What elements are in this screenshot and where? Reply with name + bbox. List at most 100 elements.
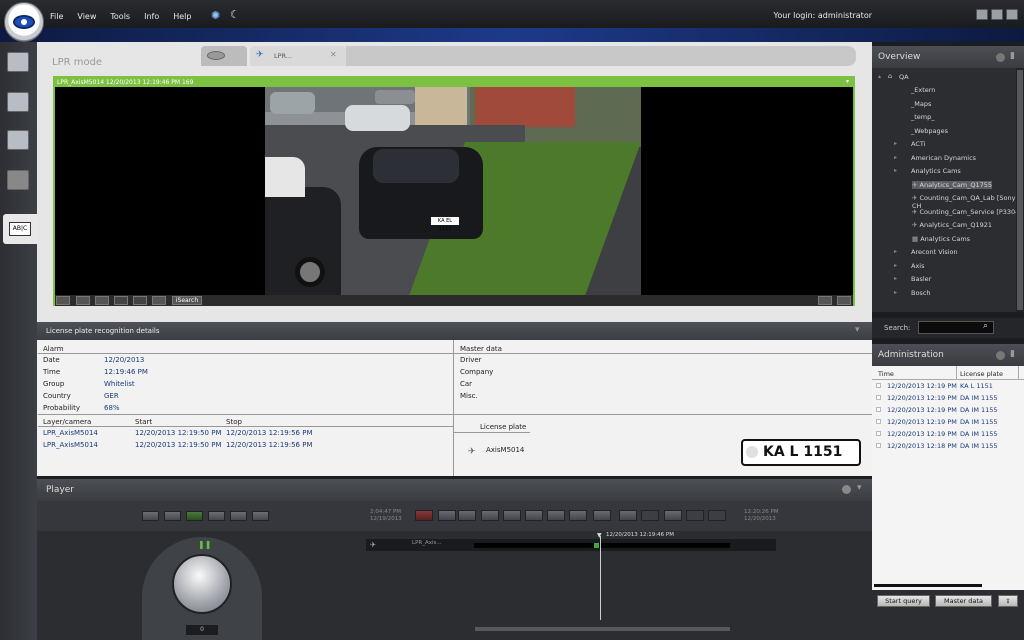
table-cell[interactable]: 12/20/2013 12:18 PM — [887, 442, 957, 450]
record-button[interactable] — [415, 510, 433, 521]
start-query-button[interactable]: Start query — [877, 595, 930, 607]
player-collapse-icon[interactable]: ▾ — [857, 483, 862, 493]
admin-scrollbar[interactable] — [874, 584, 982, 587]
monitor-icon[interactable] — [7, 52, 29, 72]
tab-lpr[interactable]: ✈ LPR... ✕ — [250, 46, 346, 66]
table-cell[interactable]: 12/20/2013 12:19:56 PM — [226, 429, 313, 437]
zoom-icon[interactable] — [56, 296, 70, 305]
archive-button[interactable] — [708, 510, 726, 521]
marker-end-button[interactable] — [664, 510, 682, 521]
tree-item[interactable]: ▦ Analytics Cams — [912, 235, 970, 243]
export-range-button[interactable] — [593, 510, 611, 521]
table-cell[interactable]: LPR_AxisM5014 — [43, 441, 98, 449]
marker-clear-button[interactable] — [686, 510, 704, 521]
marker-start-button[interactable] — [641, 510, 659, 521]
menu-view[interactable]: View — [77, 12, 96, 21]
menu-info[interactable]: Info — [144, 12, 159, 21]
tree-expand-icon[interactable]: ▸ — [894, 167, 897, 174]
fullscreen-icon[interactable] — [818, 296, 832, 305]
menu-tools[interactable]: Tools — [110, 12, 130, 21]
goto-button[interactable] — [547, 510, 565, 521]
close-button[interactable] — [1006, 9, 1018, 20]
table-cell[interactable]: 12/20/2013 12:19:56 PM — [226, 441, 313, 449]
snapshot-button[interactable] — [458, 510, 476, 521]
tree-item[interactable]: Axis — [911, 262, 925, 270]
table-cell[interactable]: 12/20/2013 12:19 PM — [887, 394, 957, 402]
fit-button[interactable] — [525, 510, 543, 521]
tree-item[interactable]: ACTi — [911, 140, 925, 148]
tree-expand-icon[interactable]: ▸ — [894, 140, 897, 147]
step-back-button[interactable] — [164, 511, 181, 521]
dashboard-icon[interactable] — [7, 130, 29, 150]
tree-expand-icon[interactable]: ▸ — [894, 289, 897, 296]
timeline-scrollbar[interactable] — [475, 627, 730, 631]
maximize-button[interactable] — [991, 9, 1003, 20]
play-button[interactable] — [208, 511, 225, 521]
eye-toolbar-icon[interactable] — [95, 296, 109, 305]
tree-item[interactable]: ✈ Counting_Cam_Service [P3304] — [912, 208, 1022, 216]
marker-button[interactable] — [619, 510, 637, 521]
lpr-mode-icon[interactable]: AB|C — [3, 214, 37, 244]
menu-file[interactable]: File — [50, 12, 63, 21]
tree-item[interactable]: ✈ Analytics_Cam_Q1921 — [912, 221, 992, 229]
master-data-button[interactable]: Master data — [935, 595, 992, 607]
day-mode-icon[interactable]: ✺ — [211, 9, 220, 22]
tree-item[interactable]: Bosch — [911, 289, 931, 297]
tree-item[interactable]: Analytics Cams — [911, 167, 961, 175]
menu-help[interactable]: Help — [173, 12, 191, 21]
row-checkbox[interactable] — [876, 383, 881, 388]
tab-close-icon[interactable]: ✕ — [330, 50, 337, 59]
tree-item[interactable]: Arecont Vision — [911, 248, 958, 256]
table-cell[interactable]: DA IM 1155 — [960, 406, 998, 414]
rewind-button[interactable] — [142, 511, 159, 521]
video-menu-icon[interactable]: ▾ — [846, 78, 849, 85]
tree-item[interactable]: ✈ Analytics_Cam_Q1755 — [912, 180, 993, 189]
row-checkbox[interactable] — [876, 431, 881, 436]
night-mode-icon[interactable]: ☾ — [230, 8, 240, 21]
tree-item[interactable]: _Webpages — [911, 127, 948, 135]
bookmark-button[interactable] — [438, 510, 456, 521]
admin-help-icon[interactable] — [996, 351, 1005, 360]
export-icon[interactable] — [152, 296, 166, 305]
jog-dial[interactable] — [172, 554, 232, 614]
recording-bar[interactable] — [474, 543, 730, 548]
tree-expand-icon[interactable]: ▸ — [894, 154, 897, 161]
user-icon[interactable] — [76, 296, 90, 305]
minimize-button[interactable] — [976, 9, 988, 20]
table-cell[interactable]: 12/20/2013 12:19 PM — [887, 406, 957, 414]
overview-help-icon[interactable] — [996, 53, 1005, 62]
audio-icon[interactable] — [133, 296, 147, 305]
zoom-out-button[interactable] — [481, 510, 499, 521]
zoom-in-button[interactable] — [503, 510, 521, 521]
overview-scrollbar[interactable] — [1016, 68, 1024, 312]
table-cell[interactable]: DA IM 1155 — [960, 442, 998, 450]
table-cell[interactable]: 12/20/2013 12:19:50 PM — [135, 441, 222, 449]
row-checkbox[interactable] — [876, 419, 881, 424]
snapshot-icon[interactable] — [114, 296, 128, 305]
tab-view[interactable] — [201, 46, 247, 66]
tree-expand-icon[interactable]: ▸ — [894, 275, 897, 282]
overview-pin-icon[interactable]: ▮ — [1010, 51, 1015, 61]
row-checkbox[interactable] — [876, 443, 881, 448]
admin-pin-icon[interactable]: ▮ — [1010, 349, 1015, 359]
playhead[interactable] — [600, 536, 601, 620]
table-cell[interactable]: DA IM 1155 — [960, 430, 998, 438]
table-cell[interactable]: LPR_AxisM5014 — [43, 429, 98, 437]
lock-icon[interactable] — [837, 296, 851, 305]
help-icon[interactable] — [842, 485, 851, 494]
search-icon[interactable]: ⌕ — [983, 321, 988, 331]
tools-icon[interactable] — [7, 170, 29, 190]
table-cell[interactable]: 12/20/2013 12:19 PM — [887, 418, 957, 426]
playhead-handle-icon[interactable]: ▼ — [597, 532, 602, 539]
table-cell[interactable]: DA IM 1155 — [960, 418, 998, 426]
tree-item[interactable]: Basler — [911, 275, 931, 283]
table-cell[interactable]: 12/20/2013 12:19:50 PM — [135, 429, 222, 437]
admin-export-icon[interactable]: ⇪ — [998, 595, 1018, 607]
search-time-button[interactable] — [569, 510, 587, 521]
table-cell[interactable]: DA IM 1155 — [960, 394, 998, 402]
collapse-icon[interactable]: ▾ — [855, 325, 860, 335]
isearch-button[interactable]: iSearch — [172, 296, 202, 305]
tree-expand-icon[interactable]: ▸ — [894, 262, 897, 269]
tree-item[interactable]: American Dynamics — [911, 154, 976, 162]
table-cell[interactable]: 12/20/2013 12:19 PM — [887, 382, 957, 390]
